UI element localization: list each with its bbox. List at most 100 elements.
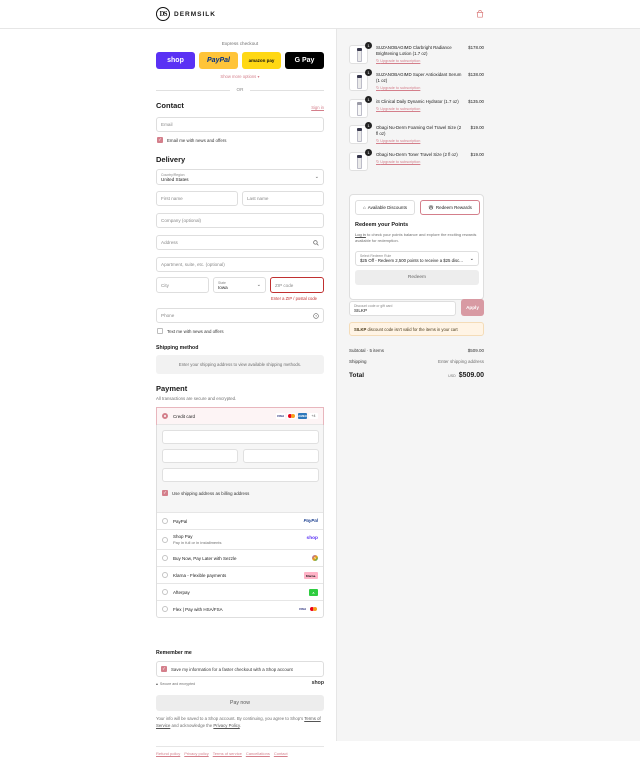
secure-note: 🔒︎ Secure and encrypted: [156, 682, 195, 686]
first-name-field[interactable]: First name: [156, 191, 238, 206]
shopping-bag-icon[interactable]: [476, 10, 484, 18]
shop-pay-button[interactable]: shop: [156, 52, 195, 69]
log-in-link[interactable]: Log in: [355, 232, 366, 237]
apply-button[interactable]: Apply: [461, 299, 484, 316]
klarna-option-label: Klarna - Flexible payments: [173, 572, 227, 578]
show-more-options-link[interactable]: Show more options ▾: [156, 74, 324, 79]
brand-name: DERMSILK: [174, 10, 216, 18]
subtotal-row: Subtotal · 5 items $509.00: [349, 348, 484, 353]
search-icon: [313, 240, 319, 246]
payment-option-credit-card[interactable]: Credit card VISA AMEX +4: [156, 407, 324, 425]
card-number-field[interactable]: [162, 430, 319, 444]
payment-option-shop-pay[interactable]: Shop Pay Pay in full or in installments …: [157, 529, 323, 549]
shop-terms-text: Your info will be saved to a Shop accoun…: [156, 716, 324, 729]
contact-link[interactable]: Contact: [274, 751, 288, 756]
checkbox-checked-icon: ✓: [162, 490, 168, 496]
total-label: Total: [349, 372, 365, 379]
chevron-down-icon: ⌄: [314, 174, 319, 180]
shipping-value: Enter shipping address: [437, 359, 484, 364]
redeem-description: Log in to check your points balance and …: [355, 232, 479, 243]
header: DS DERMSILK: [0, 0, 640, 29]
card-name-field[interactable]: [162, 468, 319, 482]
save-info-checkbox[interactable]: ✓ Save my information for a faster check…: [161, 666, 293, 672]
text-news-checkbox[interactable]: Text me with news and offers: [157, 328, 224, 334]
quantity-badge: 1: [365, 42, 372, 49]
upgrade-subscription-link[interactable]: ↻ Upgrade to subscription: [376, 106, 464, 112]
amazon-pay-button[interactable]: amazon pay: [242, 52, 281, 69]
phone-field[interactable]: Phone ?: [156, 308, 324, 323]
redeem-rule-select[interactable]: Select Redeem Rule $25 Off - Redeem 2,50…: [355, 251, 479, 266]
zip-code-field[interactable]: ZIP code: [270, 277, 324, 293]
upgrade-subscription-link[interactable]: ↻ Upgrade to subscription: [376, 58, 464, 64]
billing-address-label: Use shipping address as billing address: [172, 490, 250, 496]
radio-icon: [162, 572, 168, 578]
shipping-row: Shipping Enter shipping address: [349, 359, 484, 364]
save-info-row[interactable]: ✓ Save my information for a faster check…: [156, 661, 324, 677]
tab-available-discounts[interactable]: ⌂ Available Discounts: [355, 200, 415, 215]
radio-selected-icon: [162, 413, 168, 419]
brand-logo[interactable]: DS DERMSILK: [156, 7, 216, 21]
address-field[interactable]: Address: [156, 235, 324, 250]
product-price: $178.00: [468, 45, 484, 50]
payment-option-paypal[interactable]: PayPal PayPal: [157, 512, 323, 529]
payment-title: Payment: [156, 384, 188, 393]
payment-option-sezzle[interactable]: Buy Now, Pay Later with Sezzle S: [157, 549, 323, 566]
chevron-down-icon: ⌄: [256, 282, 261, 288]
footer-links: Refund policy Privacy policy Terms of se…: [156, 746, 324, 756]
email-field[interactable]: Email: [156, 117, 324, 132]
product-name: SUZANOBAGIMD Clarbright Radiance Brighte…: [376, 45, 464, 64]
apartment-field[interactable]: Apartment, suite, etc. (optional): [156, 257, 324, 272]
email-news-checkbox[interactable]: ✓ Email me with news and offers: [157, 137, 226, 143]
upgrade-subscription-link[interactable]: ↻ Upgrade to subscription: [376, 138, 464, 144]
chevron-down-icon: ▾: [257, 74, 260, 79]
google-pay-button[interactable]: G Pay: [285, 52, 324, 69]
last-name-field[interactable]: Last name: [242, 191, 324, 206]
product-name-text: iS Clinical Daily Dynamic Hydrator (1.7 …: [376, 99, 459, 104]
company-field[interactable]: Company (optional): [156, 213, 324, 228]
product-price: $135.00: [468, 99, 484, 104]
city-field[interactable]: City: [156, 277, 209, 293]
quantity-badge: 1: [365, 149, 372, 156]
or-divider: OR: [156, 87, 324, 92]
card-security-code-field[interactable]: [243, 449, 319, 463]
shop-logo-icon: shop: [311, 680, 324, 686]
cart-item: 1 SUZANOBAGIMD Clarbright Radiance Brigh…: [349, 42, 484, 68]
address-placeholder: Address: [161, 240, 178, 245]
save-info-label: Save my information for a faster checkou…: [171, 666, 293, 672]
pay-now-button[interactable]: Pay now: [156, 695, 324, 711]
country-select[interactable]: Country/Region United States ⌄: [156, 169, 324, 185]
card-expiry-field[interactable]: [162, 449, 238, 463]
terms-mid: and acknowledge the: [171, 722, 213, 728]
privacy-policy-link[interactable]: Privacy Policy: [213, 723, 239, 728]
mastercard-icon: [309, 606, 318, 612]
subtotal-label: Subtotal · 5 items: [349, 348, 385, 353]
privacy-policy-footer-link[interactable]: Privacy policy: [184, 751, 208, 756]
paypal-button[interactable]: PayPal: [199, 52, 238, 69]
radio-icon: [162, 589, 168, 595]
sezzle-logo-icon: S: [312, 555, 318, 561]
billing-address-checkbox[interactable]: ✓ Use shipping address as billing addres…: [162, 490, 249, 496]
product-name: Obagi Nu-Derm Toner Travel Size (2 fl oz…: [376, 152, 464, 165]
payment-option-afterpay[interactable]: Afterpay A: [157, 583, 323, 600]
payment-option-klarna[interactable]: Klarna - Flexible payments Klarna.: [157, 566, 323, 583]
payment-option-flex[interactable]: Flex | Pay with HSA/FSA VISA: [157, 600, 323, 617]
cancellations-link[interactable]: Cancellations: [246, 751, 270, 756]
shop-pay-logo-icon: shop: [306, 536, 318, 541]
discount-code-field[interactable]: Discount code or gift card SILKP: [349, 301, 456, 316]
state-select[interactable]: State Iowa ⌄: [213, 277, 266, 293]
help-icon[interactable]: ?: [313, 313, 319, 319]
state-value: Iowa: [218, 284, 228, 290]
tab-redeem-rewards[interactable]: 🎁︎ Redeem Rewards: [420, 200, 480, 215]
refund-policy-link[interactable]: Refund policy: [156, 751, 180, 756]
sign-in-link[interactable]: Sign in: [311, 105, 324, 110]
currency-code: USD: [448, 374, 456, 378]
amex-icon: AMEX: [298, 413, 307, 419]
chevron-down-icon: ⌄: [469, 256, 474, 262]
upgrade-subscription-link[interactable]: ↻ Upgrade to subscription: [376, 159, 464, 165]
upgrade-subscription-link[interactable]: ↻ Upgrade to subscription: [376, 85, 464, 91]
redeem-button[interactable]: Redeem: [355, 270, 479, 285]
credit-card-label: Credit card: [173, 413, 196, 419]
terms-of-service-footer-link[interactable]: Terms of service: [213, 751, 242, 756]
email-news-label: Email me with news and offers: [167, 137, 227, 143]
afterpay-option-label: Afterpay: [173, 589, 190, 595]
